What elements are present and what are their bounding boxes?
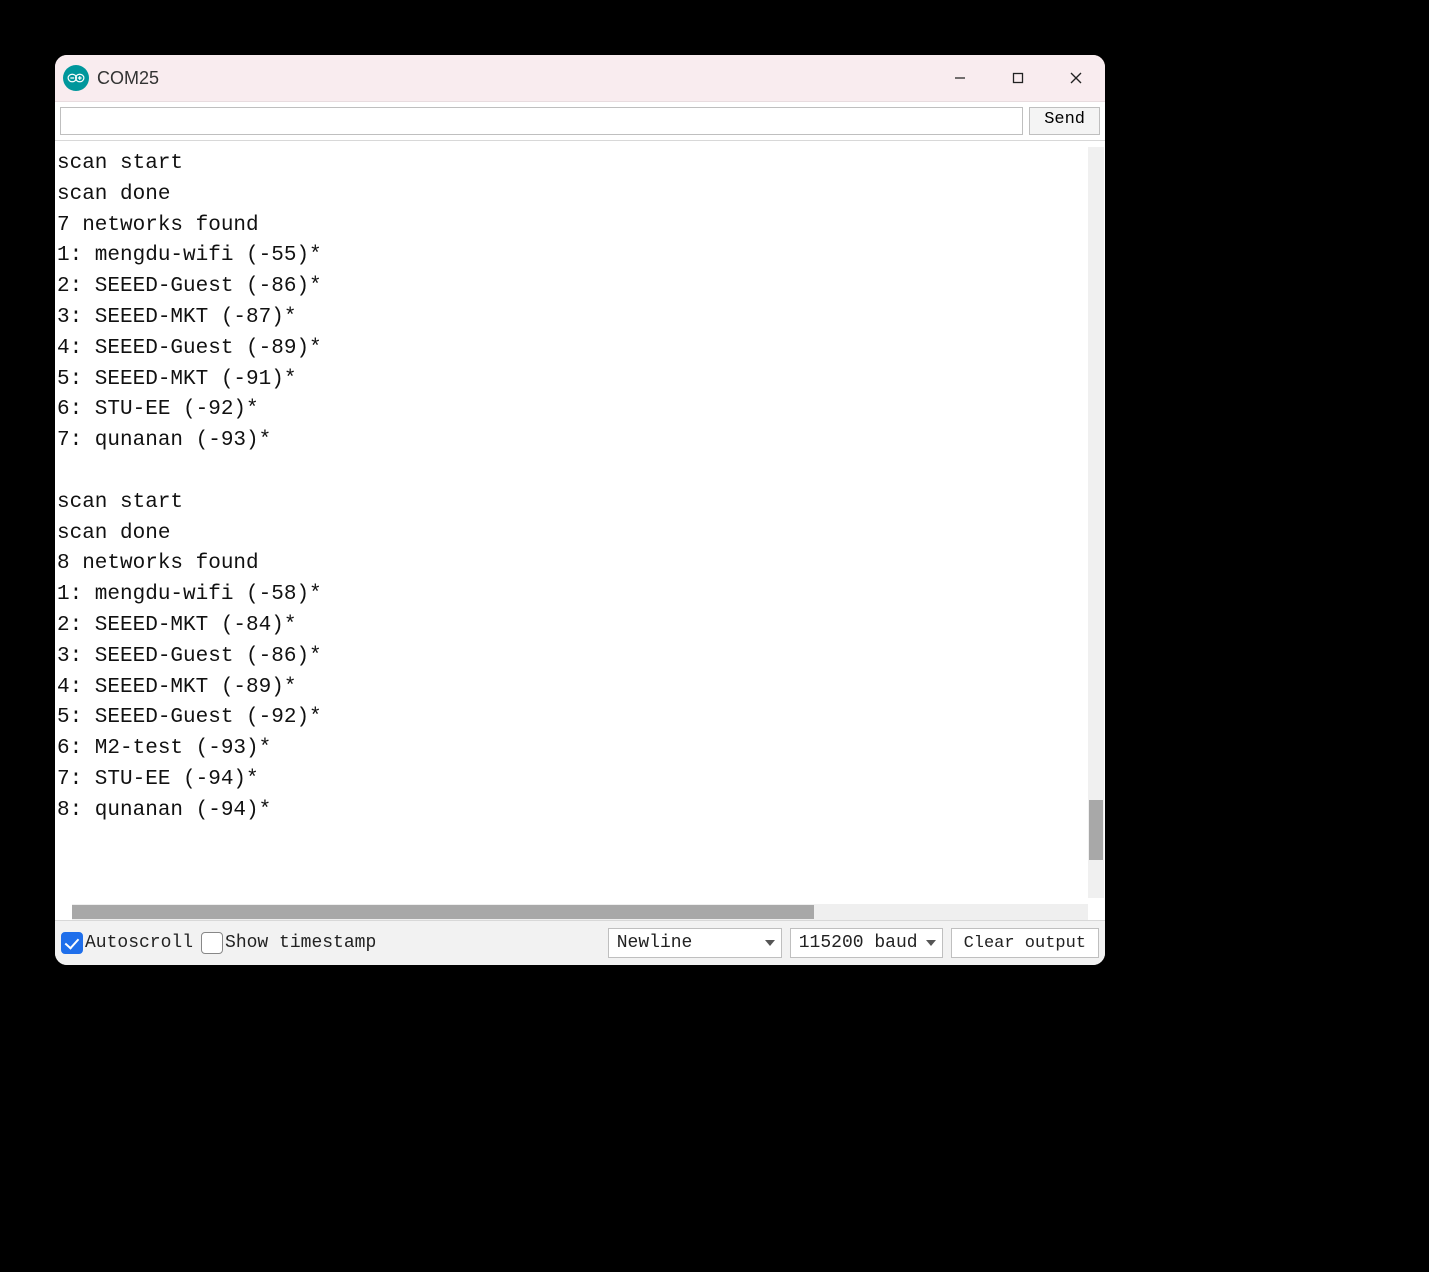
send-bar: Send bbox=[55, 102, 1105, 141]
send-button[interactable]: Send bbox=[1029, 107, 1100, 135]
checkbox-icon bbox=[201, 932, 223, 954]
close-button[interactable] bbox=[1047, 55, 1105, 101]
titlebar[interactable]: COM25 bbox=[55, 55, 1105, 102]
clear-output-button[interactable]: Clear output bbox=[951, 928, 1099, 958]
footer-bar: Autoscroll Show timestamp Newline 115200… bbox=[55, 920, 1105, 965]
autoscroll-checkbox[interactable]: Autoscroll bbox=[61, 932, 193, 954]
serial-monitor-window: COM25 Send scan start scan done 7 networ… bbox=[55, 55, 1105, 965]
baud-rate-select[interactable]: 115200 baud bbox=[790, 928, 943, 958]
vertical-scrollbar-thumb[interactable] bbox=[1089, 800, 1103, 860]
serial-input[interactable] bbox=[60, 107, 1023, 135]
show-timestamp-label: Show timestamp bbox=[225, 933, 376, 953]
checkbox-icon bbox=[61, 932, 83, 954]
console-output[interactable]: scan start scan done 7 networks found 1:… bbox=[55, 141, 1088, 904]
line-ending-value: Newline bbox=[617, 933, 693, 953]
autoscroll-label: Autoscroll bbox=[85, 933, 193, 953]
vertical-scrollbar[interactable] bbox=[1088, 147, 1104, 898]
line-ending-select[interactable]: Newline bbox=[608, 928, 782, 958]
horizontal-scrollbar[interactable] bbox=[72, 904, 1088, 920]
minimize-button[interactable] bbox=[931, 55, 989, 101]
show-timestamp-checkbox[interactable]: Show timestamp bbox=[201, 932, 376, 954]
horizontal-scrollbar-thumb[interactable] bbox=[72, 905, 814, 919]
baud-rate-value: 115200 baud bbox=[799, 933, 918, 953]
chevron-down-icon bbox=[926, 940, 936, 946]
console-area: scan start scan done 7 networks found 1:… bbox=[55, 141, 1105, 904]
window-title: COM25 bbox=[97, 68, 159, 89]
chevron-down-icon bbox=[765, 940, 775, 946]
arduino-icon bbox=[63, 65, 89, 91]
maximize-button[interactable] bbox=[989, 55, 1047, 101]
